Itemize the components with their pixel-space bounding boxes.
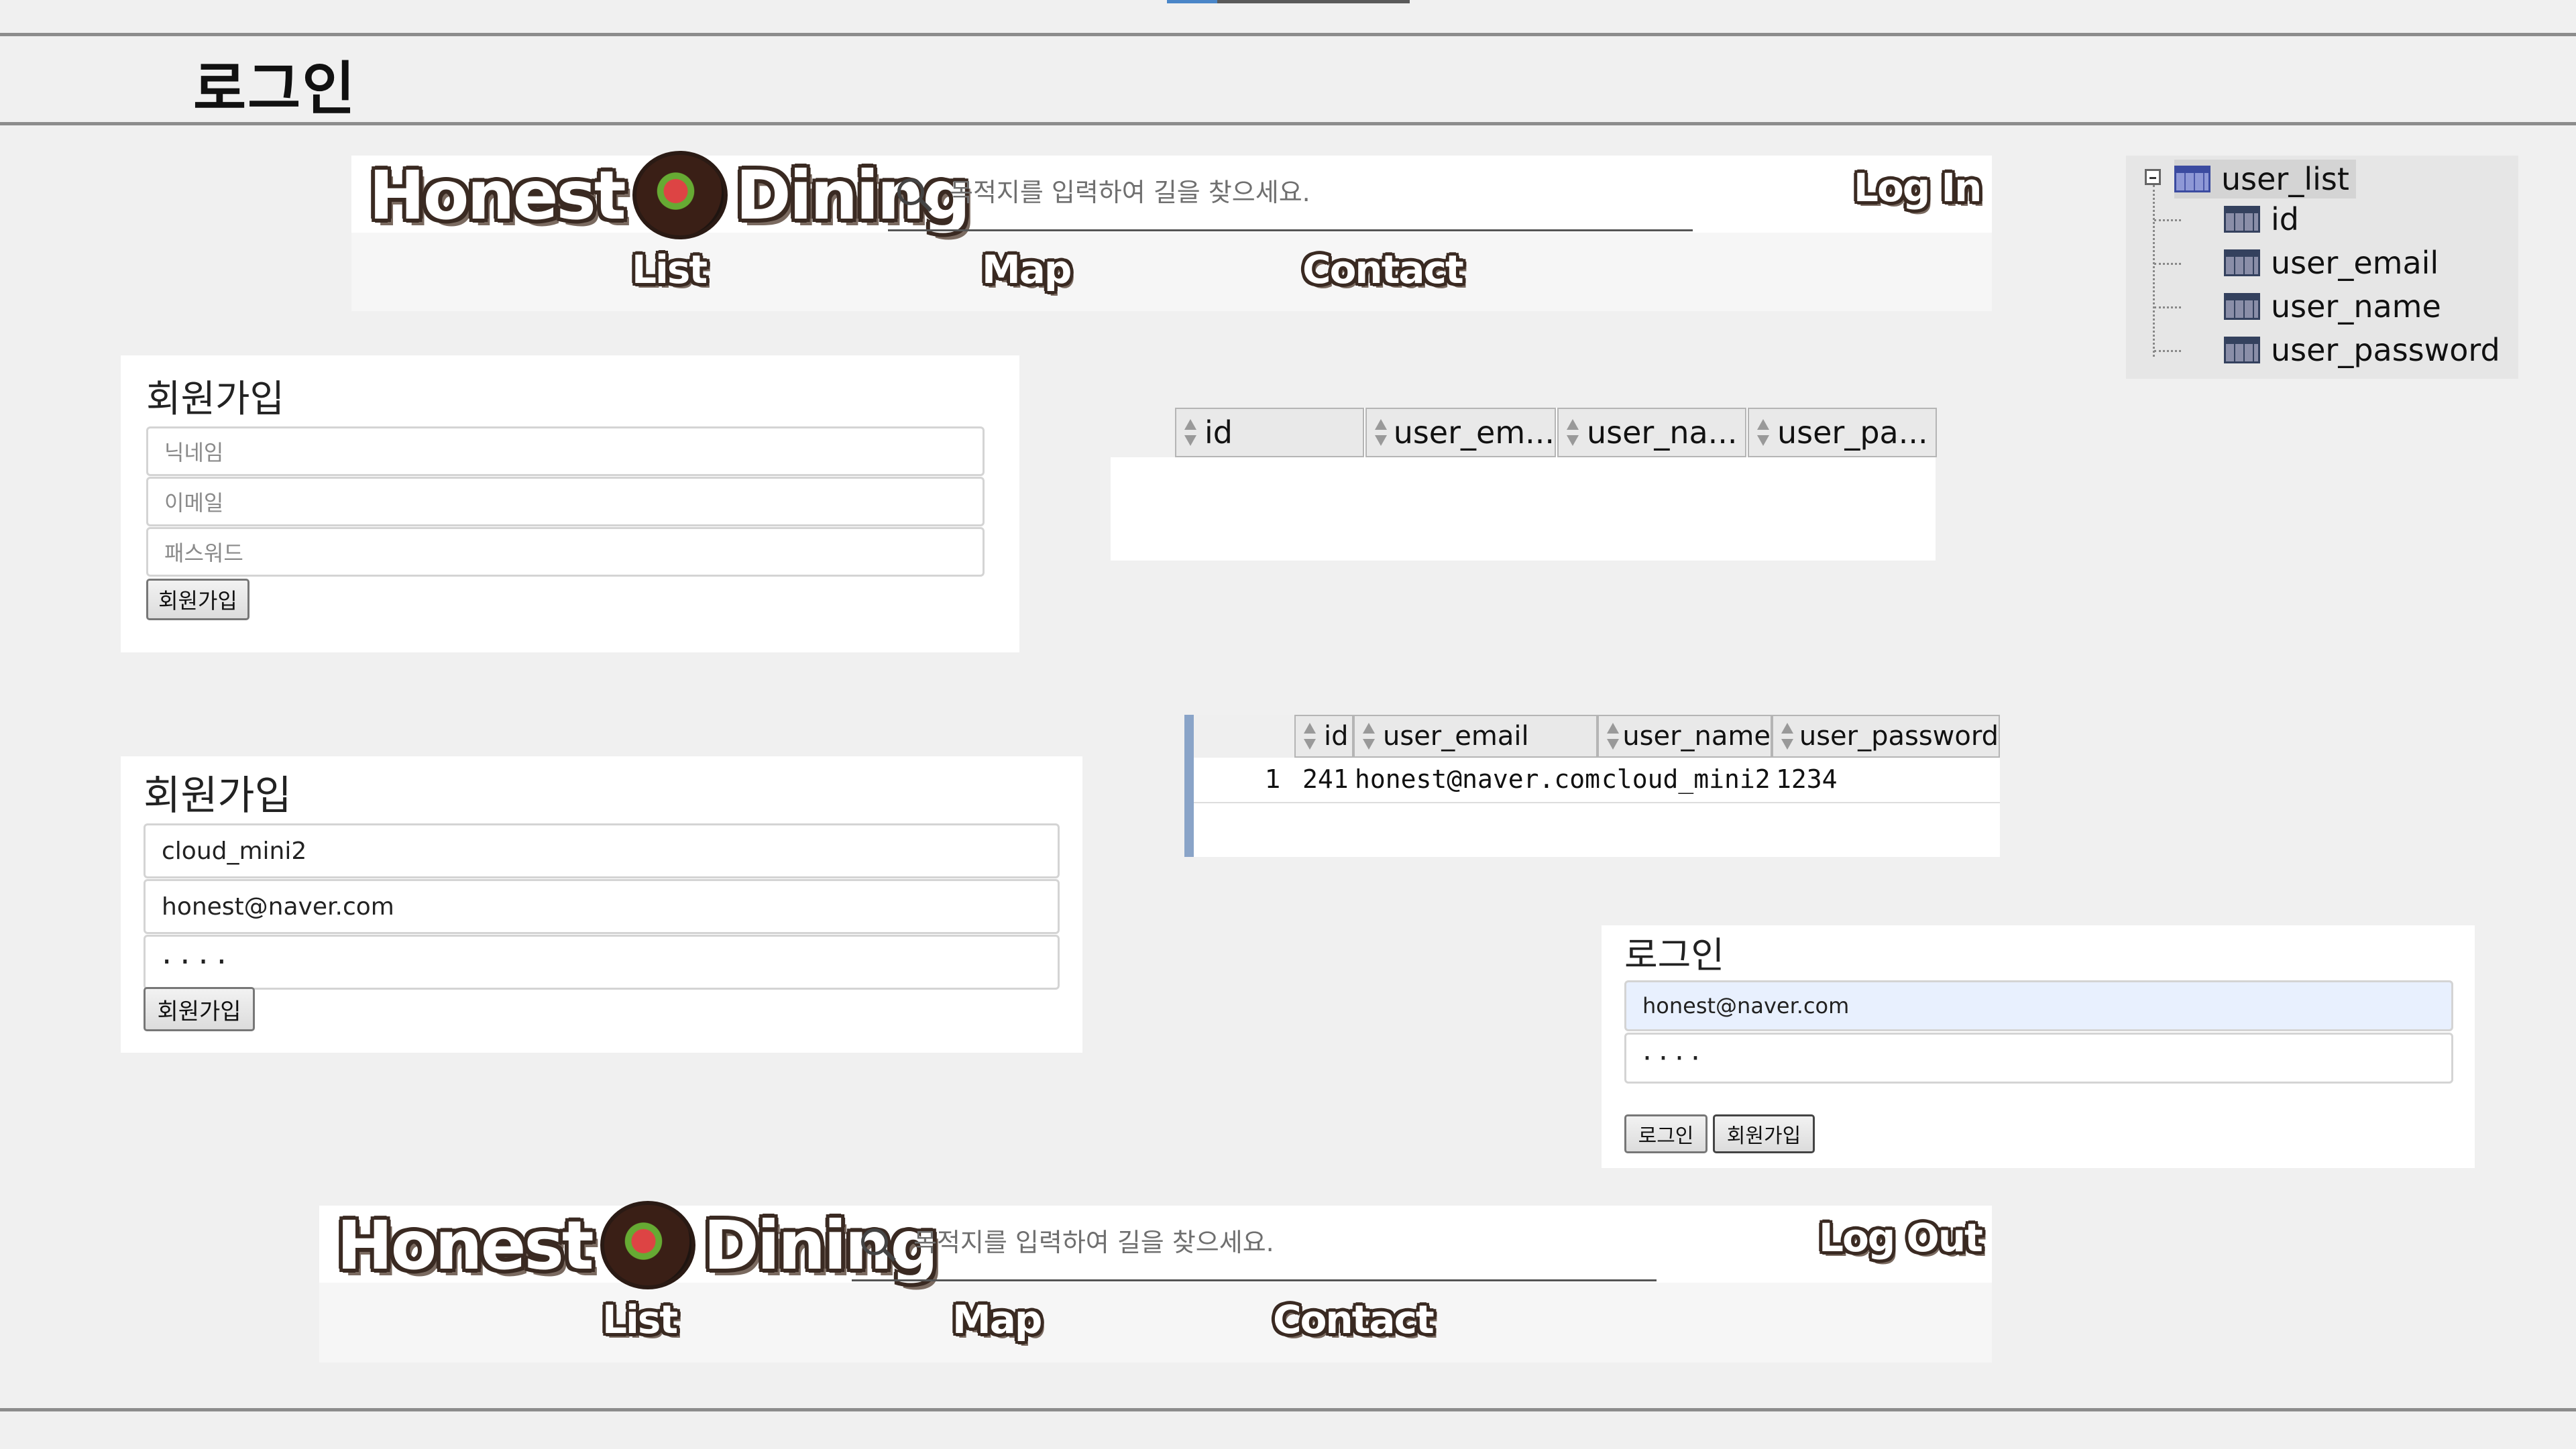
search-bar (852, 1214, 1657, 1281)
password-field[interactable]: ···· (1624, 1033, 2453, 1084)
signup-form-filled: 회원가입 cloud_mini2 honest@naver.com ···· 회… (121, 756, 1082, 1053)
login-title: 로그인 (1624, 934, 1725, 976)
divider (0, 122, 2576, 125)
sort-icon (1374, 419, 1387, 446)
signup-button[interactable]: 회원가입 (1713, 1114, 1815, 1153)
nav-list[interactable]: List (602, 1297, 678, 1342)
table-icon (2174, 166, 2210, 192)
nickname-field[interactable]: cloud_mini2 (144, 823, 1060, 878)
signup-title: 회원가입 (144, 772, 292, 819)
column-icon (2224, 206, 2260, 233)
tree-table-user-list[interactable]: user_list (2174, 160, 2356, 198)
sort-icon (1756, 419, 1771, 446)
nav-contact[interactable]: Contact (1302, 247, 1464, 292)
user-table-empty: id user_em... user_na... user_pa... (1111, 408, 1953, 561)
tree-column-user-name[interactable]: user_name (2224, 287, 2441, 326)
sort-icon (1606, 723, 1620, 750)
col-header-user-password[interactable]: user_pa... (1748, 408, 1937, 457)
email-field[interactable]: honest@naver.com (144, 879, 1060, 934)
email-field[interactable]: 이메일 (146, 477, 985, 526)
user-table-filled: id user_email user_name user_password 1 … (1184, 715, 2019, 857)
tree-column-id[interactable]: id (2224, 200, 2299, 239)
sort-icon (1183, 419, 1198, 446)
window-tab-indicator (1167, 0, 1410, 3)
login-link[interactable]: Log In (1854, 165, 1982, 211)
signup-button[interactable]: 회원가입 (146, 579, 249, 620)
column-icon (2224, 337, 2260, 363)
search-icon[interactable] (861, 1228, 888, 1255)
site-logo[interactable]: Honest Dining (337, 1201, 938, 1289)
search-icon[interactable] (897, 178, 924, 205)
page-title: 로그인 (193, 56, 357, 123)
collapse-icon[interactable] (2145, 169, 2161, 185)
nav-contact[interactable]: Contact (1273, 1297, 1435, 1342)
logo-text-honest: Honest (337, 1206, 594, 1285)
sort-icon (1302, 723, 1317, 750)
divider (0, 1408, 2576, 1411)
tree-column-user-email[interactable]: user_email (2224, 243, 2439, 282)
signup-form-empty: 회원가입 닉네임 이메일 패스워드 회원가입 (121, 355, 1019, 652)
nav-list[interactable]: List (632, 247, 708, 292)
col-header-id[interactable]: id (1175, 408, 1364, 457)
sort-icon (1565, 419, 1580, 446)
search-input[interactable] (912, 1220, 1585, 1265)
login-button[interactable]: 로그인 (1624, 1114, 1707, 1153)
password-field[interactable]: 패스워드 (146, 527, 985, 577)
row-number: 1 (1265, 764, 1282, 794)
cell-user-name[interactable]: cloud_mini2 (1602, 759, 1771, 799)
site-header-top: Honest Dining Log In List Map Contact (351, 151, 1992, 311)
cell-user-password[interactable]: 1234 (1776, 759, 1838, 799)
nav-map[interactable]: Map (952, 1297, 1042, 1342)
bowl-icon (632, 151, 728, 239)
column-icon (2224, 249, 2260, 276)
col-header-user-name[interactable]: user_na... (1557, 408, 1746, 457)
db-tree: user_list id user_email user_name user_p… (2126, 156, 2518, 379)
col-header-user-password[interactable]: user_password (1772, 715, 2000, 758)
divider (0, 33, 2576, 36)
col-header-user-email[interactable]: user_email (1353, 715, 1598, 758)
search-input[interactable] (948, 170, 1622, 215)
email-field[interactable]: honest@naver.com (1624, 980, 2453, 1031)
sort-icon (1361, 723, 1376, 750)
bowl-icon (600, 1201, 695, 1289)
nav-map[interactable]: Map (982, 247, 1072, 292)
logout-link[interactable]: Log Out (1819, 1215, 1983, 1261)
tree-column-user-password[interactable]: user_password (2224, 331, 2500, 369)
col-header-id[interactable]: id (1294, 715, 1353, 758)
col-header-user-name[interactable]: user_name (1598, 715, 1772, 758)
cell-id[interactable]: 241 (1302, 759, 1349, 799)
password-field[interactable]: ···· (144, 935, 1060, 990)
site-header-bottom: Honest Dining Log Out List Map Contact (319, 1201, 1992, 1363)
login-form: 로그인 honest@naver.com ···· 로그인 회원가입 (1602, 925, 2475, 1168)
signup-title: 회원가입 (146, 378, 285, 421)
logo-text-honest: Honest (369, 156, 626, 235)
search-bar (888, 164, 1693, 231)
col-header-user-email[interactable]: user_em... (1365, 408, 1556, 457)
site-logo[interactable]: Honest Dining (369, 151, 970, 239)
nickname-field[interactable]: 닉네임 (146, 426, 985, 476)
signup-button[interactable]: 회원가입 (144, 987, 255, 1031)
sort-icon (1780, 723, 1793, 750)
column-icon (2224, 293, 2260, 320)
cell-user-email[interactable]: honest@naver.com (1355, 759, 1600, 799)
